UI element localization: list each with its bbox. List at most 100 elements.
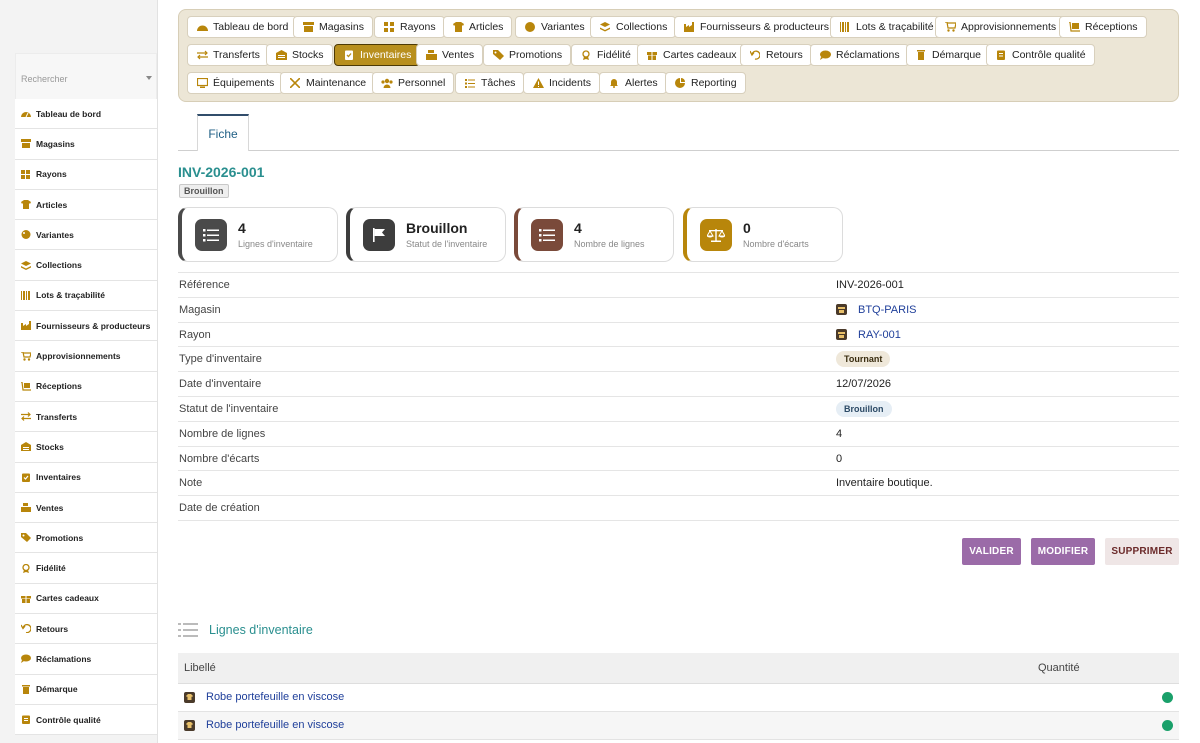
warehouse-icon — [20, 441, 31, 452]
sidebar-item-approvisionnements[interactable]: Approvisionnements — [15, 341, 157, 372]
row-libelle-link[interactable]: Robe portefeuille en viscose — [206, 691, 344, 703]
sidebar-item-inventaires[interactable]: Inventaires — [15, 462, 157, 493]
sidebar-item-transferts[interactable]: Transferts — [15, 401, 157, 433]
shirt-icon — [452, 21, 464, 33]
menu-fournisseurs[interactable]: Fournisseurs & producteurs — [674, 16, 838, 38]
menu-stocks[interactable]: Stocks — [266, 44, 333, 66]
menu-controle-qualite[interactable]: Contrôle qualité — [986, 44, 1095, 66]
sidebar-item-demarque[interactable]: Démarque — [15, 674, 157, 705]
sidebar-item-controle-qualite[interactable]: Contrôle qualité — [15, 704, 157, 736]
menu-collections[interactable]: Collections — [590, 16, 677, 38]
modifier-button[interactable]: MODIFIER — [1031, 538, 1095, 565]
menu-retours[interactable]: Retours — [740, 44, 812, 66]
lines-table: Libellé Quantité Robe portefeuille en vi… — [178, 653, 1179, 740]
clipboard-icon — [995, 49, 1007, 61]
sidebar-item-fournisseurs[interactable]: Fournisseurs & producteurs — [15, 311, 157, 342]
sidebar: Rechercher Tableau de bord Magasins Rayo… — [0, 0, 158, 743]
tab-fiche[interactable]: Fiche — [197, 114, 249, 151]
list-icon — [195, 219, 227, 251]
dashboard-icon — [20, 108, 31, 119]
pie-chart-icon — [674, 77, 686, 89]
clipboard-check-icon — [20, 472, 31, 483]
tabs: Fiche — [178, 114, 1179, 151]
search-box[interactable]: Rechercher — [15, 53, 157, 101]
stat-card-nombre-lignes: 4 Nombre de lignes — [514, 207, 674, 262]
sidebar-item-stocks[interactable]: Stocks — [15, 432, 157, 463]
status-badge: Brouillon — [179, 184, 229, 198]
comment-icon — [819, 49, 831, 61]
sidebar-item-articles[interactable]: Articles — [15, 189, 157, 221]
stat-value: 4 — [574, 220, 582, 236]
flag-icon — [363, 219, 395, 251]
stat-card-ecarts: 0 Nombre d'écarts — [683, 207, 843, 262]
sidebar-item-cartes-cadeaux[interactable]: Cartes cadeaux — [15, 583, 157, 615]
list-icon — [178, 622, 198, 638]
comment-icon — [20, 653, 31, 664]
sidebar-item-magasins[interactable]: Magasins — [15, 129, 157, 160]
menu-ventes[interactable]: Ventes — [416, 44, 484, 66]
valider-button[interactable]: VALIDER — [962, 538, 1021, 565]
supprimer-button[interactable]: SUPPRIMER — [1105, 538, 1179, 565]
chevron-down-icon[interactable] — [146, 76, 152, 80]
menu-variantes[interactable]: Variantes — [515, 16, 594, 38]
cart-icon — [944, 21, 956, 33]
sidebar-item-rayons[interactable]: Rayons — [15, 159, 157, 190]
clipboard-check-icon — [343, 49, 355, 61]
industry-icon — [683, 21, 695, 33]
stat-value: Brouillon — [406, 220, 468, 236]
detail-row-date-creation: Date de création — [178, 496, 1179, 521]
sidebar-item-ventes[interactable]: Ventes — [15, 492, 157, 524]
menu-incidents[interactable]: Incidents — [523, 72, 601, 94]
barcode-icon — [20, 290, 31, 301]
table-header: Libellé Quantité — [178, 653, 1179, 684]
rayon-link[interactable]: RAY-001 — [858, 329, 901, 341]
menu-reporting[interactable]: Reporting — [665, 72, 746, 94]
row-libelle-link[interactable]: Robe portefeuille en viscose — [206, 719, 344, 731]
tags-icon — [492, 49, 504, 61]
trash-icon — [915, 49, 927, 61]
sidebar-item-variantes[interactable]: Variantes — [15, 220, 157, 251]
menu-approvisionnements[interactable]: Approvisionnements — [935, 16, 1066, 38]
menu-taches[interactable]: Tâches — [455, 72, 525, 94]
sidebar-item-retours[interactable]: Retours — [15, 614, 157, 645]
menu-tableau-de-bord[interactable]: Tableau de bord — [187, 16, 298, 38]
table-row[interactable]: Robe portefeuille en viscose — [178, 684, 1179, 712]
menu-equipements[interactable]: Équipements — [187, 72, 284, 94]
menu-personnel[interactable]: Personnel — [372, 72, 455, 94]
column-libelle[interactable]: Libellé — [184, 662, 216, 674]
menu-demarque[interactable]: Démarque — [906, 44, 991, 66]
menu-maintenance[interactable]: Maintenance — [280, 72, 376, 94]
statut-badge: Brouillon — [836, 400, 892, 417]
menu-transferts[interactable]: Transferts — [187, 44, 269, 66]
transfer-icon — [196, 49, 208, 61]
table-row[interactable]: Robe portefeuille en viscose — [178, 712, 1179, 740]
sidebar-item-fidelite[interactable]: Fidélité — [15, 553, 157, 584]
search-input[interactable]: Rechercher — [21, 74, 68, 84]
award-icon — [580, 49, 592, 61]
menu-inventaires[interactable]: Inventaires — [334, 44, 421, 66]
industry-icon — [20, 320, 31, 331]
sidebar-item-promotions[interactable]: Promotions — [15, 523, 157, 554]
palette-icon — [20, 229, 31, 240]
menu-receptions[interactable]: Réceptions — [1059, 16, 1147, 38]
section-lignes-inventaire: Lignes d'inventaire — [178, 622, 313, 638]
sidebar-item-lots[interactable]: Lots & traçabilité — [15, 280, 157, 312]
sidebar-item-reclamations[interactable]: Réclamations — [15, 644, 157, 675]
column-quantite[interactable]: Quantité — [1038, 662, 1080, 674]
menu-alertes[interactable]: Alertes — [599, 72, 667, 94]
menu-lots[interactable]: Lots & traçabilité — [830, 16, 943, 38]
menu-reclamations[interactable]: Réclamations — [810, 44, 909, 66]
menu-magasins[interactable]: Magasins — [293, 16, 373, 38]
shirt-icon — [20, 199, 31, 210]
menu-promotions[interactable]: Promotions — [483, 44, 572, 66]
menu-articles[interactable]: Articles — [443, 16, 513, 38]
sidebar-item-collections[interactable]: Collections — [15, 250, 157, 281]
sidebar-item-tableau-de-bord[interactable]: Tableau de bord — [15, 99, 157, 130]
warning-icon — [532, 77, 544, 89]
cash-register-icon — [425, 49, 437, 61]
menu-rayons[interactable]: Rayons — [374, 16, 445, 38]
magasin-link[interactable]: BTQ-PARIS — [858, 304, 916, 316]
menu-cartes-cadeaux[interactable]: Cartes cadeaux — [637, 44, 746, 66]
menu-fidelite[interactable]: Fidélité — [571, 44, 640, 66]
sidebar-item-receptions[interactable]: Réceptions — [15, 371, 157, 402]
